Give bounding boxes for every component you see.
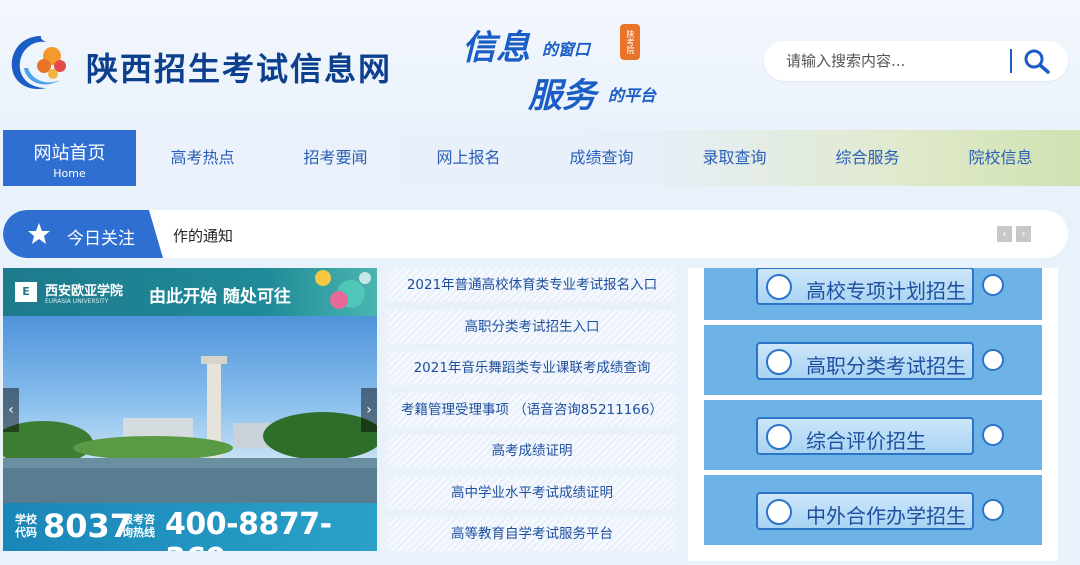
document-icon — [766, 349, 792, 375]
quick-link-music-dance-scores[interactable]: 2021年音乐舞蹈类专业课联考成绩查询 — [388, 351, 676, 385]
banner-campus-image — [3, 356, 377, 508]
promo-banner[interactable]: E 西安欧亚学院 EURASIA UNIVERSITY 由此开始 随处可往 学校… — [3, 268, 377, 551]
banner-hotline: 400-8877-369 — [165, 507, 332, 551]
card-vocational-pill: 高职分类考试招生 — [756, 342, 974, 380]
today-focus-ticker[interactable]: 作的通知 — [173, 225, 233, 246]
document-icon — [766, 274, 792, 300]
ticker-prev-icon[interactable]: ‹ — [997, 226, 1012, 242]
card-vocational[interactable]: 高职分类考试招生 — [704, 325, 1042, 395]
nav-score-query[interactable]: 成绩查询 — [535, 130, 668, 186]
nav-home-label: 网站首页 — [33, 143, 106, 164]
card-joint-program-pill: 中外合作办学招生 — [756, 492, 974, 530]
card-comprehensive[interactable]: 综合评价招生 — [704, 400, 1042, 470]
card-comprehensive-pill: 综合评价招生 — [756, 417, 974, 455]
chevron-right-icon — [982, 349, 1004, 371]
card-joint-program-label: 中外合作办学招生 — [806, 504, 966, 528]
card-special-plan-pill: 高校专项计划招生 — [756, 268, 974, 305]
site-logo-icon[interactable] — [6, 28, 76, 98]
today-focus-bar: 今日关注 作的通知 ‹ › — [3, 210, 1068, 258]
document-icon — [766, 499, 792, 525]
card-special-plan[interactable]: 高校专项计划招生 — [704, 268, 1042, 320]
quick-link-self-study-platform[interactable]: 高等教育自学考试服务平台 — [388, 517, 676, 551]
slogan-line2-small: 的平台 — [608, 86, 657, 105]
chevron-right-icon — [982, 424, 1004, 446]
banner-hotline-label: 报考咨询热线 — [122, 513, 155, 539]
document-icon — [766, 424, 792, 450]
card-comprehensive-label: 综合评价招生 — [806, 429, 926, 453]
slogan-line2-big: 服务 — [528, 76, 596, 116]
chevron-right-icon — [982, 499, 1004, 521]
search-divider — [1010, 49, 1012, 73]
search-icon[interactable] — [1022, 47, 1052, 75]
slogan-line1-small: 的窗口 — [542, 40, 591, 59]
star-icon — [28, 223, 50, 244]
nav-home[interactable]: 网站首页 Home — [3, 130, 136, 186]
banner-school-code: 8037 — [43, 507, 133, 545]
quick-link-vocational-entry[interactable]: 高职分类考试招生入口 — [388, 310, 676, 344]
nav-gaokao-hot[interactable]: 高考热点 — [136, 130, 269, 186]
banner-tagline: 由此开始 随处可往 — [149, 287, 291, 307]
school-logo-icon: E — [15, 282, 37, 302]
quick-link-proficiency-certificate[interactable]: 高中学业水平考试成绩证明 — [388, 476, 676, 510]
banner-next-icon[interactable]: › — [361, 388, 377, 432]
nav-services[interactable]: 综合服务 — [801, 130, 934, 186]
site-title[interactable]: 陕西招生考试信息网 — [86, 44, 392, 90]
enrollment-panel: 高校专项计划招生 高职分类考试招生 综合评价招生 中外合作办学招生 — [688, 268, 1058, 561]
banner-school-name: 西安欧亚学院 — [45, 284, 124, 299]
header-slogan: 信息 的窗口 陕考院 服务 的平台 — [462, 18, 682, 116]
banner-header-strip: E 西安欧亚学院 EURASIA UNIVERSITY 由此开始 随处可往 — [3, 268, 377, 316]
banner-decoration-icon — [315, 270, 371, 309]
today-focus-label: 今日关注 — [67, 229, 135, 249]
card-special-plan-label: 高校专项计划招生 — [806, 279, 966, 303]
banner-prev-icon[interactable]: ‹ — [3, 388, 19, 432]
banner-code-label: 学校代码 — [15, 513, 37, 539]
quick-link-gaokao-certificate[interactable]: 高考成绩证明 — [388, 434, 676, 468]
site-header: 陕西招生考试信息网 信息 的窗口 陕考院 服务 的平台 — [0, 0, 1080, 130]
banner-school-en: EURASIA UNIVERSITY — [45, 298, 109, 305]
search-box — [764, 41, 1068, 81]
slogan-line1-big: 信息 — [462, 28, 530, 68]
quick-link-records-management[interactable]: 考籍管理受理事项 （语音咨询85211166） — [388, 393, 676, 427]
card-joint-program[interactable]: 中外合作办学招生 — [704, 475, 1042, 545]
nav-online-registration[interactable]: 网上报名 — [402, 130, 535, 186]
slogan-seal: 陕考院 — [620, 24, 640, 60]
nav-college-info[interactable]: 院校信息 — [934, 130, 1067, 186]
chevron-right-icon — [982, 274, 1004, 296]
main-nav: 网站首页 Home 高考热点 招考要闻 网上报名 成绩查询 录取查询 综合服务 … — [0, 130, 1080, 186]
card-vocational-label: 高职分类考试招生 — [806, 354, 966, 378]
today-focus-label-box: 今日关注 — [3, 210, 163, 258]
quick-link-sports-registration[interactable]: 2021年普通高校体育类专业考试报名入口 — [388, 268, 676, 302]
nav-admission-query[interactable]: 录取查询 — [668, 130, 801, 186]
ticker-next-icon[interactable]: › — [1016, 226, 1031, 242]
banner-footer-strip: 学校代码 8037 报考咨询热线 400-8877-369 — [3, 503, 377, 551]
search-input[interactable] — [786, 49, 1006, 73]
nav-home-sub: Home — [53, 167, 86, 180]
nav-news[interactable]: 招考要闻 — [269, 130, 402, 186]
